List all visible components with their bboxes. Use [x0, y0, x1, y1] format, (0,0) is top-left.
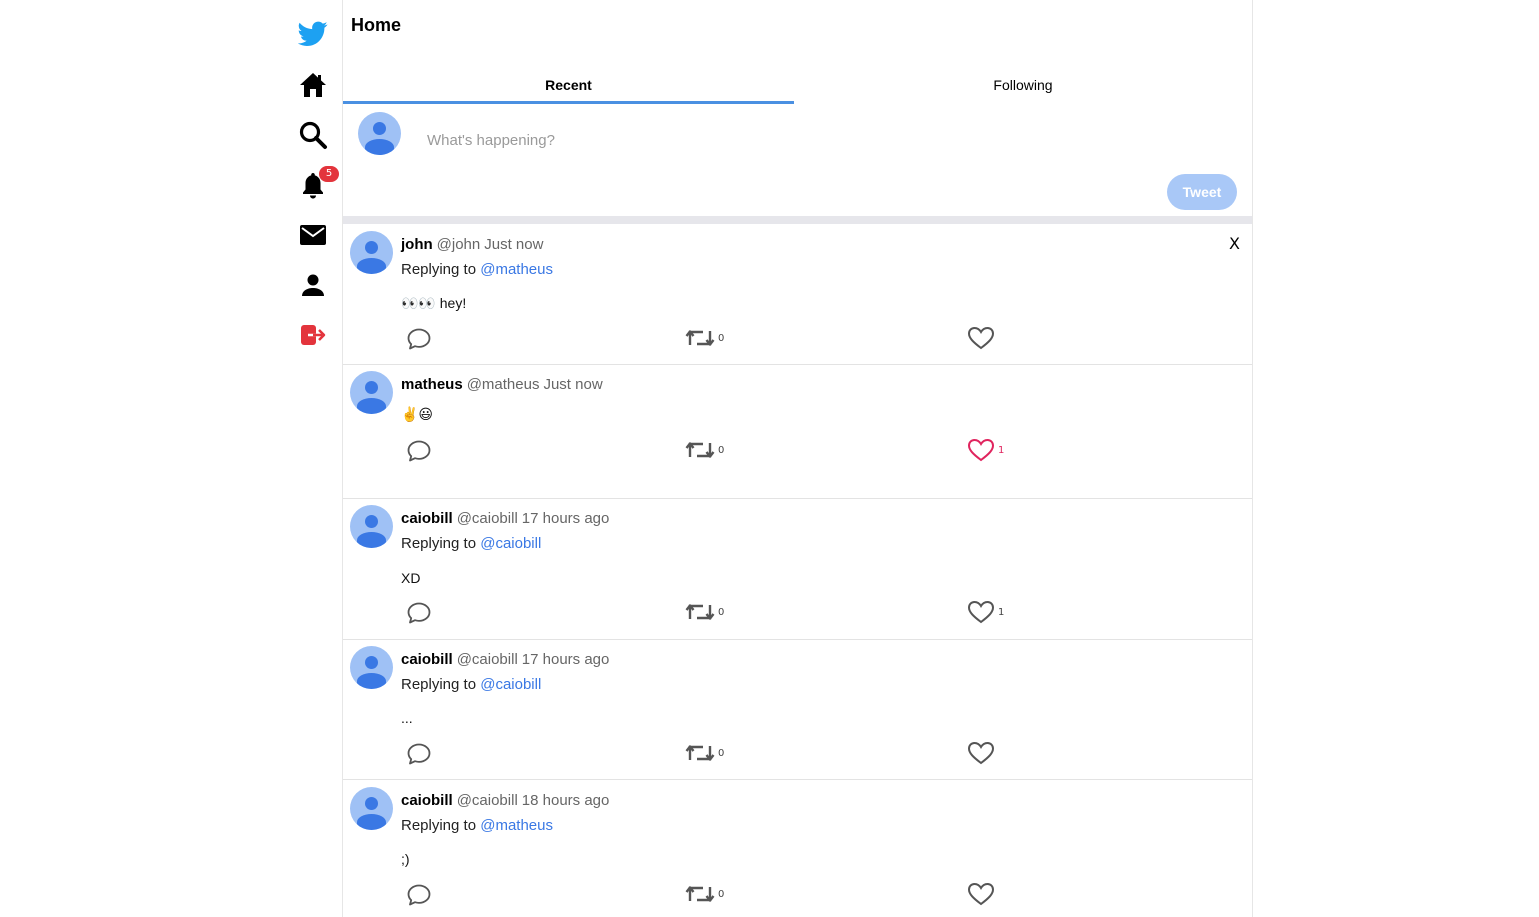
retweet-button[interactable]: 0: [685, 884, 724, 904]
like-button[interactable]: 1: [967, 600, 1004, 624]
tweet-author-name[interactable]: matheus: [401, 376, 463, 393]
tweet-author-handle: @caiobill: [456, 792, 518, 809]
comment-icon: [407, 328, 431, 350]
comment-icon: [407, 743, 431, 765]
retweet-button[interactable]: 0: [685, 328, 724, 348]
heart-outline-icon: [967, 326, 995, 350]
tweet-timestamp: 17 hours ago: [521, 651, 610, 668]
retweet-icon: [685, 886, 715, 902]
reply-to-link[interactable]: @caiobill: [480, 535, 541, 552]
retweet-icon: [685, 604, 715, 620]
search-icon[interactable]: [290, 115, 336, 155]
heart-outline-icon: [967, 600, 995, 624]
retweet-icon: [685, 745, 715, 761]
delete-tweet-button[interactable]: X: [1229, 234, 1240, 253]
tweet-author-handle: @caiobill: [456, 510, 518, 527]
compose-avatar: [358, 112, 401, 155]
reply-button[interactable]: [406, 439, 432, 463]
retweet-count: 0: [718, 747, 725, 759]
tweet-text: XD: [401, 570, 421, 586]
retweet-button[interactable]: 0: [685, 743, 724, 763]
comment-icon: [407, 440, 431, 462]
tweet-author-handle: @john: [436, 236, 481, 253]
tweet-author-name[interactable]: caiobill: [401, 651, 453, 668]
like-count: 1: [998, 606, 1005, 618]
tweet-timestamp: 18 hours ago: [521, 792, 610, 809]
notifications-bell-icon[interactable]: 5: [290, 165, 339, 205]
reply-context: Replying to @caiobill: [401, 676, 541, 693]
retweet-count: 0: [718, 888, 725, 900]
reply-prefix: Replying to: [401, 535, 477, 552]
retweet-icon: [685, 442, 715, 458]
tab-recent[interactable]: Recent: [343, 66, 794, 104]
tweet-author-handle: @caiobill: [456, 651, 518, 668]
tweet-item: john @john Just now X Replying to @matheus…: [343, 224, 1252, 365]
tweet-text: ;): [401, 851, 410, 867]
reply-prefix: Replying to: [401, 676, 477, 693]
reply-context: Replying to @matheus: [401, 817, 553, 834]
like-button[interactable]: [967, 882, 995, 906]
reply-button[interactable]: [406, 601, 432, 625]
retweet-count: 0: [718, 444, 725, 456]
active-tab-indicator: [343, 101, 794, 104]
logout-icon[interactable]: [290, 315, 336, 355]
retweet-icon: [685, 330, 715, 346]
retweet-button[interactable]: 0: [685, 602, 724, 622]
compose-divider: [343, 216, 1252, 224]
home-icon[interactable]: [290, 65, 336, 105]
avatar[interactable]: [350, 371, 393, 414]
tweet-button[interactable]: Tweet: [1167, 174, 1237, 210]
heart-filled-icon: [967, 438, 995, 462]
tweet-text: ✌️😃: [401, 406, 434, 422]
twitter-logo-icon[interactable]: [290, 14, 336, 54]
compose-tweet-input[interactable]: [427, 124, 1127, 156]
main-timeline: Home Recent Following Tweet john@johnJus…: [342, 0, 1253, 917]
reply-context: Replying to @matheus: [401, 261, 553, 278]
like-button[interactable]: [967, 326, 995, 350]
tweet-text: 👀👀 hey!: [401, 295, 467, 311]
reply-to-link[interactable]: @matheus: [480, 261, 553, 278]
messages-envelope-icon[interactable]: [290, 215, 336, 255]
tab-following[interactable]: Following: [794, 66, 1252, 104]
tweet-timestamp: Just now: [484, 236, 544, 253]
retweet-count: 0: [718, 332, 725, 344]
reply-button[interactable]: [406, 327, 432, 351]
like-button[interactable]: [967, 741, 995, 765]
retweet-count: 0: [718, 606, 725, 618]
reply-button[interactable]: [406, 742, 432, 766]
avatar[interactable]: [350, 646, 393, 689]
avatar[interactable]: [350, 787, 393, 830]
tweet-author-name[interactable]: caiobill: [401, 510, 453, 527]
tweet-author-name[interactable]: caiobill: [401, 792, 453, 809]
reply-button[interactable]: [406, 883, 432, 907]
comment-icon: [407, 602, 431, 624]
heart-outline-icon: [967, 741, 995, 765]
avatar[interactable]: [350, 505, 393, 548]
reply-prefix: Replying to: [401, 261, 477, 278]
like-count: 1: [998, 444, 1005, 456]
page-title: Home: [351, 15, 402, 35]
reply-prefix: Replying to: [401, 817, 477, 834]
tweet-author-name[interactable]: john: [401, 236, 433, 253]
comment-icon: [407, 884, 431, 906]
notification-count-badge: 5: [319, 166, 339, 182]
heart-outline-icon: [967, 882, 995, 906]
tweet-item: caiobill @caiobill 17 hours ago Replying t…: [343, 498, 1252, 640]
reply-to-link[interactable]: @matheus: [480, 817, 553, 834]
tweet-item: caiobill @caiobill 17 hours ago Replying t…: [343, 639, 1252, 780]
tweet-item: caiobill @caiobill 18 hours ago Replying t…: [343, 780, 1252, 917]
like-button[interactable]: 1: [967, 438, 1004, 462]
profile-person-icon[interactable]: [290, 265, 336, 305]
sidebar-nav: 5: [290, 0, 340, 917]
tweet-timestamp: Just now: [543, 376, 603, 393]
reply-context: Replying to @caiobill: [401, 535, 541, 552]
tweet-timestamp: 17 hours ago: [521, 510, 610, 527]
avatar[interactable]: [350, 231, 393, 274]
tweet-text: ...: [401, 710, 413, 726]
retweet-button[interactable]: 0: [685, 440, 724, 460]
tweet-item: matheus @matheus Just now ✌️😃 0 1: [343, 364, 1252, 499]
tweet-author-handle: @matheus: [466, 376, 540, 393]
reply-to-link[interactable]: @caiobill: [480, 676, 541, 693]
